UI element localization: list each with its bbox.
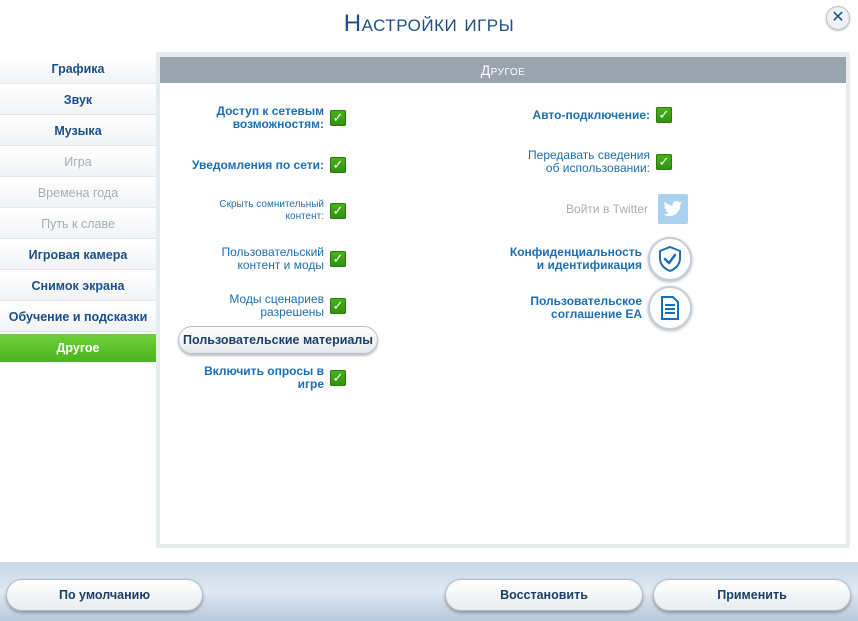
apply-button[interactable]: Применить (653, 579, 851, 611)
agreement-label: Пользовательское соглашение EA (530, 294, 642, 321)
option-label: Пользовательский контент и моды (221, 245, 324, 272)
sidebar-item-path-to-fame: Путь к славе (0, 210, 156, 239)
option-label: Уведомления по сети: (191, 157, 324, 172)
sidebar-item-music[interactable]: Музыка (0, 117, 156, 146)
option-label: Моды сценариев разрешены (229, 292, 324, 319)
usage-data-checkbox[interactable]: ✓ (656, 154, 672, 170)
option-network-access: Доступ к сетевым возможностям: ✓ (204, 105, 346, 131)
panel-header: Другое (160, 57, 846, 83)
close-icon: ✕ (831, 9, 845, 26)
twitter-login-label: Войти в Twitter (566, 201, 648, 216)
option-label: Доступ к сетевым возможностям: (216, 104, 324, 131)
sidebar-item-sound[interactable]: Звук (0, 86, 156, 115)
sidebar: Графика Звук Музыка Игра Времена года Пу… (0, 55, 156, 364)
custom-content-checkbox[interactable]: ✓ (330, 251, 346, 267)
network-access-checkbox[interactable]: ✓ (330, 110, 346, 126)
sidebar-item-camera[interactable]: Игровая камера (0, 241, 156, 270)
custom-materials-button[interactable]: Пользовательские материалы (178, 326, 378, 354)
option-in-game-surveys: Включить опросы в игре ✓ (194, 365, 346, 391)
option-label: Передавать сведения об использовании: (528, 148, 650, 175)
settings-panel: Другое Доступ к сетевым возможностям: ✓ … (156, 52, 850, 548)
privacy-label: Конфиденциальность и идентификация (509, 245, 642, 272)
option-usage-data: Передавать сведения об использовании: ✓ (515, 149, 672, 175)
shield-check-icon[interactable] (648, 237, 692, 281)
option-label: Включить опросы в игре (204, 364, 324, 391)
option-auto-connect: Авто-подключение: ✓ (533, 107, 672, 123)
twitter-bird-icon[interactable] (658, 194, 688, 224)
sidebar-item-other[interactable]: Другое (0, 334, 156, 362)
close-button[interactable]: ✕ (826, 6, 850, 30)
option-hide-questionable-content: Скрыть сомнительный контент: ✓ (214, 199, 346, 223)
sidebar-item-graphics[interactable]: Графика (0, 55, 156, 84)
hide-content-checkbox[interactable]: ✓ (330, 203, 346, 219)
ea-user-agreement[interactable]: Пользовательское соглашение EA (512, 286, 692, 330)
default-button[interactable]: По умолчанию (6, 579, 203, 611)
network-notifications-checkbox[interactable]: ✓ (330, 157, 346, 173)
script-mods-checkbox[interactable]: ✓ (330, 298, 346, 314)
restore-button[interactable]: Восстановить (445, 579, 643, 611)
surveys-checkbox[interactable]: ✓ (330, 370, 346, 386)
privacy-identification[interactable]: Конфиденциальность и идентификация (502, 237, 692, 281)
option-label: Скрыть сомнительный контент: (219, 199, 324, 222)
window-title: Настройки игры (343, 10, 515, 37)
option-custom-content: Пользовательский контент и моды ✓ (194, 246, 346, 272)
option-label: Авто-подключение: (532, 107, 650, 122)
footer-bar: По умолчанию Восстановить Применить (0, 562, 858, 621)
sidebar-item-game: Игра (0, 148, 156, 177)
twitter-login[interactable]: Войти в Twitter (566, 194, 688, 224)
auto-connect-checkbox[interactable]: ✓ (656, 107, 672, 123)
sidebar-item-tutorial[interactable]: Обучение и подсказки (0, 303, 156, 332)
document-icon[interactable] (648, 286, 692, 330)
sidebar-item-seasons: Времена года (0, 179, 156, 208)
settings-panel-content: Другое Доступ к сетевым возможностям: ✓ … (160, 57, 846, 544)
sidebar-item-screenshot[interactable]: Снимок экрана (0, 272, 156, 301)
option-script-mods: Моды сценариев разрешены ✓ (214, 293, 346, 319)
option-network-notifications: Уведомления по сети: ✓ (192, 157, 346, 173)
